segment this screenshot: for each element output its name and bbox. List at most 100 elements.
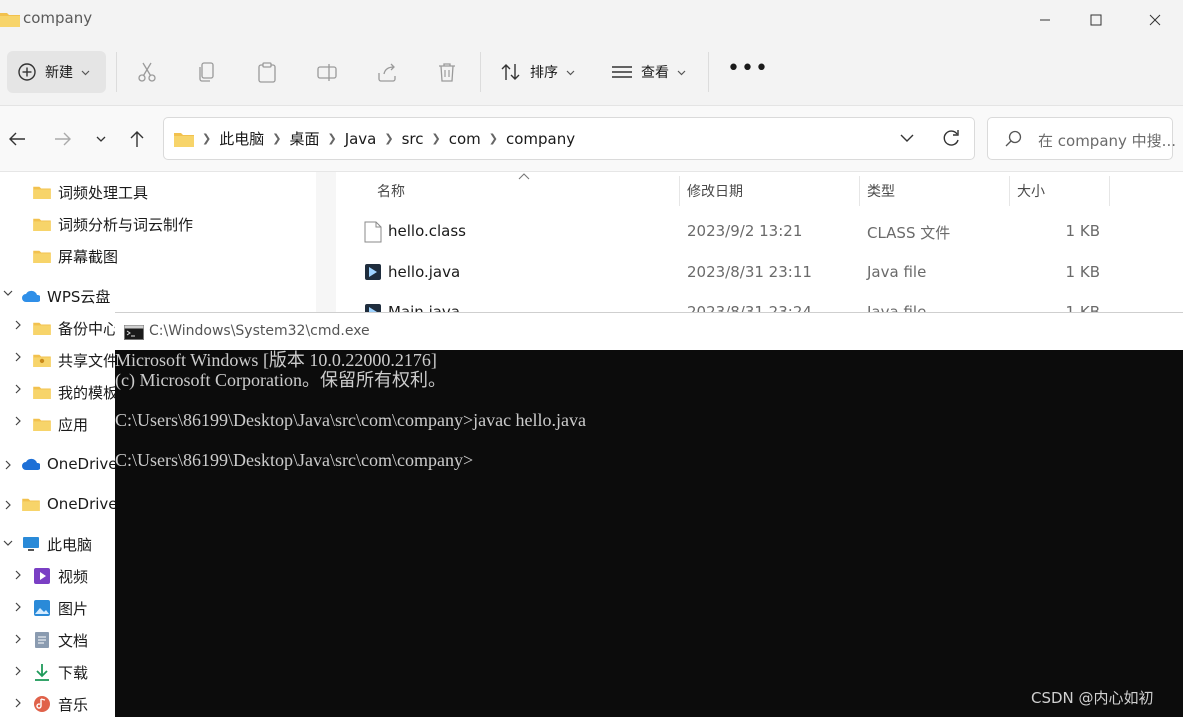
minimize-button[interactable] <box>1022 6 1068 34</box>
breadcrumb-src[interactable]: src <box>396 130 430 148</box>
column-header-date[interactable]: 修改日期 <box>687 181 743 201</box>
cmd-title: C:\Windows\System32\cmd.exe <box>149 323 370 339</box>
file-type: CLASS 文件 <box>867 224 951 242</box>
column-divider[interactable] <box>1109 176 1110 206</box>
sidebar-item-pictures[interactable]: 图片 <box>33 593 88 623</box>
console-line: (c) Microsoft Corporation。保留所有权利。 <box>115 370 446 390</box>
chevron-right-icon[interactable] <box>13 602 23 615</box>
chevron-right-icon[interactable] <box>13 698 23 711</box>
new-button[interactable]: 新建 <box>7 51 106 93</box>
file-row[interactable]: hello.class 2023/9/2 13:21 CLASS 文件 1 KB <box>336 212 1183 252</box>
rename-icon[interactable] <box>315 60 339 84</box>
view-button[interactable]: 查看 <box>611 58 686 86</box>
file-row[interactable]: hello.java 2023/8/31 23:11 Java file 1 K… <box>336 253 1183 293</box>
column-header-type[interactable]: 类型 <box>867 181 895 201</box>
address-bar[interactable]: ❯ 此电脑 ❯ 桌面 ❯ Java ❯ src ❯ com ❯ company <box>163 117 975 160</box>
breadcrumb-company[interactable]: company <box>500 130 581 148</box>
sort-ascending-icon <box>518 170 530 183</box>
share-icon[interactable] <box>375 60 399 84</box>
refresh-icon[interactable] <box>941 128 961 152</box>
delete-icon[interactable] <box>435 60 459 84</box>
sidebar-item-wps-cloud[interactable]: WPS云盘 <box>22 281 110 311</box>
sidebar-item-screenshots[interactable]: 屏幕截图 <box>33 241 118 271</box>
forward-arrow-icon[interactable] <box>50 126 76 152</box>
folder-icon <box>22 496 40 512</box>
cut-icon[interactable] <box>135 60 159 84</box>
sidebar-item-shared-files[interactable]: 共享文件 <box>33 345 118 375</box>
breadcrumb-desktop[interactable]: 桌面 <box>283 128 325 149</box>
chevron-right-icon[interactable] <box>13 352 23 365</box>
column-divider[interactable] <box>859 176 860 206</box>
column-header-name[interactable]: 名称 <box>377 181 405 201</box>
folder-icon <box>33 248 51 264</box>
cmd-window[interactable]: C:\Windows\System32\cmd.exe Microsoft Wi… <box>115 312 1183 717</box>
monitor-icon <box>22 536 40 552</box>
chevron-right-icon[interactable] <box>13 634 23 647</box>
chevron-down-icon <box>677 70 686 75</box>
sidebar-item-videos[interactable]: 视频 <box>33 561 88 591</box>
toolbar-divider <box>480 52 481 92</box>
column-divider[interactable] <box>679 176 680 206</box>
sidebar-item-onedrive-folder[interactable]: OneDrive <box>22 489 118 519</box>
file-size: 1 KB <box>1065 222 1100 240</box>
copy-icon[interactable] <box>195 60 219 84</box>
chevron-right-icon[interactable] <box>13 416 23 429</box>
sidebar-item-label: 我的模板 <box>58 383 119 402</box>
maximize-button[interactable] <box>1073 6 1119 34</box>
breadcrumb-com[interactable]: com <box>443 130 487 148</box>
video-icon <box>33 568 51 584</box>
file-date: 2023/8/31 23:11 <box>687 263 812 281</box>
sidebar-item-word-freq-tool[interactable]: 词频处理工具 <box>33 177 148 207</box>
sidebar-item-this-pc[interactable]: 此电脑 <box>22 529 92 559</box>
breadcrumb-this-pc[interactable]: 此电脑 <box>213 128 270 149</box>
console-prompt: C:\Users\86199\Desktop\Java\src\com\comp… <box>115 450 474 470</box>
more-options-button[interactable]: ••• <box>727 56 769 81</box>
breadcrumb-java[interactable]: Java <box>339 130 383 148</box>
folder-icon <box>33 416 51 432</box>
file-icon <box>364 221 382 247</box>
chevron-right-icon[interactable] <box>3 500 13 513</box>
chevron-down-icon[interactable] <box>3 288 13 301</box>
cmd-title-bar[interactable]: C:\Windows\System32\cmd.exe <box>115 312 1183 350</box>
console-line: C:\Users\86199\Desktop\Java\src\com\comp… <box>115 410 587 430</box>
sidebar-item-word-cloud[interactable]: 词频分析与词云制作 <box>33 209 193 239</box>
back-arrow-icon[interactable] <box>4 126 30 152</box>
sidebar-item-documents[interactable]: 文档 <box>33 625 88 655</box>
sidebar-item-label: 屏幕截图 <box>58 247 119 266</box>
sidebar-item-apps[interactable]: 应用 <box>33 409 88 439</box>
watermark: CSDN @内心如初 <box>1031 689 1154 707</box>
plus-circle-icon <box>18 63 36 81</box>
chevron-right-icon[interactable] <box>13 570 23 583</box>
music-icon <box>33 696 51 712</box>
sidebar-item-my-templates[interactable]: 我的模板 <box>33 377 118 407</box>
picture-icon <box>33 600 51 616</box>
sidebar-item-label: 音乐 <box>58 695 89 714</box>
column-divider[interactable] <box>1009 176 1010 206</box>
address-history-chevron-icon[interactable] <box>899 130 915 150</box>
chevron-right-icon[interactable] <box>3 460 13 473</box>
chevron-right-icon[interactable] <box>13 666 23 679</box>
chevron-right-icon: ❯ <box>431 132 441 145</box>
sidebar-item-downloads[interactable]: 下载 <box>33 657 88 687</box>
search-input[interactable]: 在 company 中搜... <box>987 117 1176 160</box>
chevron-right-icon[interactable] <box>13 384 23 397</box>
up-arrow-icon[interactable] <box>124 126 150 152</box>
sidebar-item-music[interactable]: 音乐 <box>33 689 88 717</box>
view-label: 查看 <box>641 65 669 81</box>
chevron-right-icon[interactable] <box>13 320 23 333</box>
paste-icon[interactable] <box>255 60 279 84</box>
sort-button[interactable]: 排序 <box>500 58 575 86</box>
toolbar-divider <box>708 52 709 92</box>
close-button[interactable] <box>1132 6 1178 34</box>
sidebar-item-label: 词频处理工具 <box>58 183 149 202</box>
sidebar-item-backup-center[interactable]: 备份中心 <box>33 313 118 343</box>
title-bar: company <box>0 0 1183 40</box>
chevron-down-icon[interactable] <box>3 538 13 551</box>
cmd-console[interactable]: Microsoft Windows [版本 10.0.22000.2176] (… <box>115 350 1183 717</box>
folder-icon <box>174 131 194 147</box>
recent-chevron-icon[interactable] <box>88 126 114 152</box>
column-header-size[interactable]: 大小 <box>1017 181 1045 201</box>
console-line: Microsoft Windows [版本 10.0.22000.2176] <box>115 350 437 370</box>
chevron-down-icon <box>566 70 575 75</box>
sidebar-item-onedrive-cloud[interactable]: OneDrive <box>22 449 118 479</box>
